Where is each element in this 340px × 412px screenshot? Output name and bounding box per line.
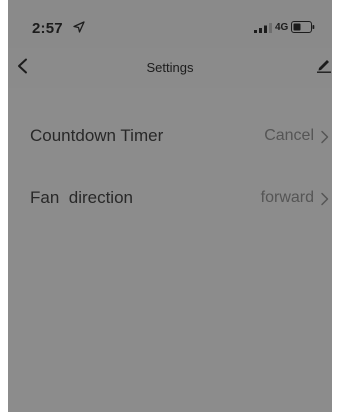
chevron-right-icon [321,130,329,144]
settings-list: Countdown Timer Cancel Fan direction for… [8,106,332,230]
chevron-right-icon [321,192,329,206]
setting-label: Fan direction [30,188,133,207]
edit-pencil-icon[interactable] [316,57,332,73]
setting-row-countdown-timer[interactable]: Countdown Timer Cancel [8,106,332,168]
setting-value: Cancel [264,127,314,144]
location-arrow-icon [73,21,85,33]
setting-label: Countdown Timer [30,126,164,145]
settings-screen: 2:57 4G Settings Countdown Timer Cancel … [8,0,332,412]
setting-value: forward [260,189,314,206]
status-bar: 2:57 4G [8,0,332,48]
signal-icon [254,23,272,33]
battery-icon [291,21,315,33]
status-time: 2:57 [32,20,63,37]
nav-bar: Settings [8,48,332,88]
network-type: 4G [275,22,289,33]
setting-row-fan-direction[interactable]: Fan direction forward [8,168,332,230]
page-title: Settings [146,60,194,75]
